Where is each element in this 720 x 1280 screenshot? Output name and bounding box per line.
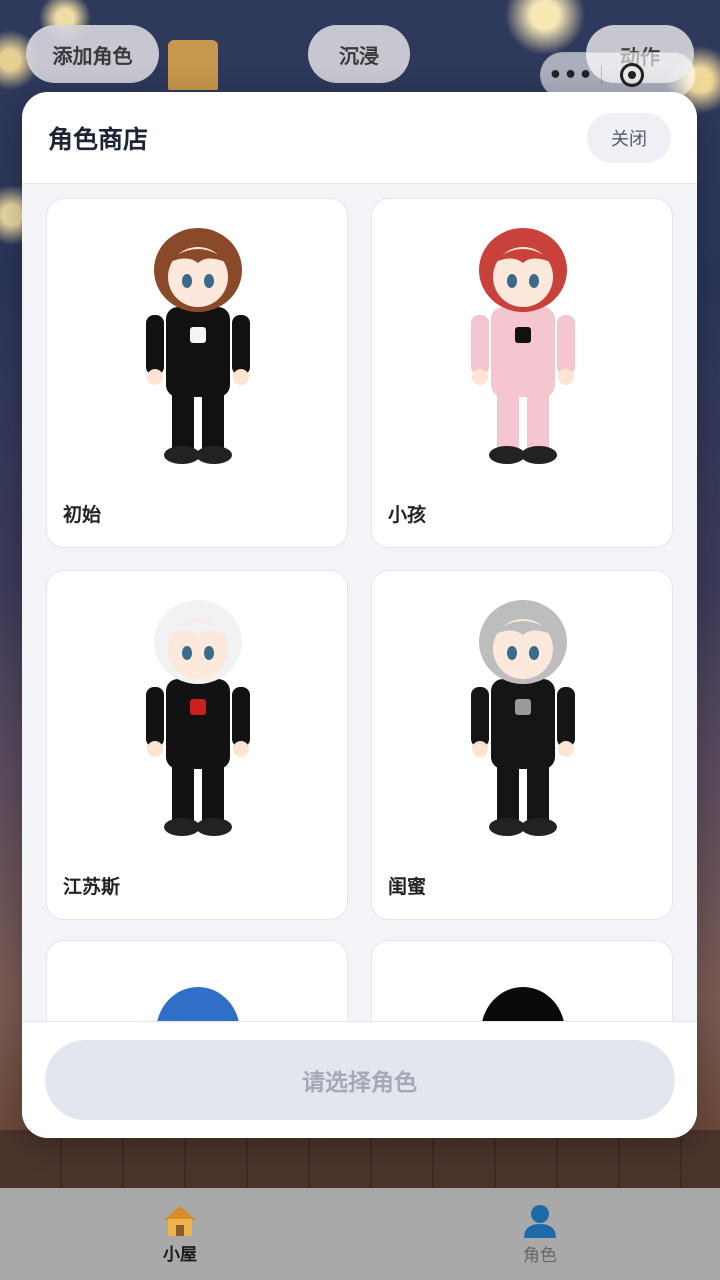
arm xyxy=(471,687,489,747)
eye xyxy=(182,274,192,288)
character-card[interactable]: 闺蜜 xyxy=(371,570,673,920)
character-portrait xyxy=(146,228,250,464)
character-card[interactable]: 小孩 xyxy=(371,198,673,548)
outfit-accent xyxy=(515,327,531,343)
hand xyxy=(147,741,163,757)
close-button[interactable]: 关闭 xyxy=(587,112,671,163)
torso xyxy=(491,679,555,769)
character-name: 初始 xyxy=(63,504,102,526)
immerse-button[interactable]: 沉浸 xyxy=(308,25,410,83)
eye xyxy=(182,646,192,660)
modal-header: 角色商店 关闭 xyxy=(22,92,697,184)
torso xyxy=(166,679,230,769)
hand xyxy=(233,369,249,385)
arm xyxy=(557,315,575,375)
modal-title: 角色商店 xyxy=(48,124,149,154)
torso xyxy=(491,307,555,397)
eye xyxy=(529,646,539,660)
shoe xyxy=(196,446,232,464)
bottom-tab-bar: 小屋 角色 xyxy=(0,1188,720,1280)
arm xyxy=(232,687,250,747)
arm xyxy=(232,315,250,375)
eye xyxy=(204,646,214,660)
lantern-decoration xyxy=(168,40,218,90)
arm xyxy=(557,687,575,747)
hand xyxy=(147,369,163,385)
character-name: 江苏斯 xyxy=(63,876,121,898)
house-icon xyxy=(164,1205,196,1236)
eye xyxy=(529,274,539,288)
torso xyxy=(166,307,230,397)
hand xyxy=(558,369,574,385)
arm xyxy=(146,315,164,375)
outfit-accent xyxy=(190,327,206,343)
tab-home[interactable]: 小屋 xyxy=(0,1188,360,1280)
character-portrait xyxy=(146,600,250,836)
eye xyxy=(204,274,214,288)
exit-miniprogram-button[interactable] xyxy=(602,63,662,87)
shoe xyxy=(196,818,232,836)
outfit-accent xyxy=(190,699,206,715)
arm xyxy=(471,315,489,375)
room-floor xyxy=(0,1130,720,1188)
hand xyxy=(233,741,249,757)
character-name: 闺蜜 xyxy=(388,876,427,898)
shoe xyxy=(521,818,557,836)
select-character-button[interactable]: 请选择角色 xyxy=(44,1040,675,1120)
hand xyxy=(472,369,488,385)
modal-footer: 请选择角色 xyxy=(22,1021,697,1138)
shoe xyxy=(489,818,525,836)
outfit-accent xyxy=(515,699,531,715)
tab-home-label: 小屋 xyxy=(163,1244,197,1265)
arm xyxy=(146,687,164,747)
tab-character-label: 角色 xyxy=(523,1245,557,1266)
character-grid: 初始 小孩 江苏斯 闺蜜 xyxy=(22,184,697,1113)
eye xyxy=(507,646,517,660)
hand xyxy=(558,741,574,757)
character-name: 小孩 xyxy=(388,504,427,526)
shoe xyxy=(489,446,525,464)
tab-character[interactable]: 角色 xyxy=(360,1188,720,1280)
hand xyxy=(472,741,488,757)
character-card[interactable]: 初始 xyxy=(46,198,348,548)
character-portrait xyxy=(471,228,575,464)
shoe xyxy=(521,446,557,464)
add-character-button[interactable]: 添加角色 xyxy=(26,25,159,83)
character-card[interactable]: 江苏斯 xyxy=(46,570,348,920)
more-menu-button[interactable]: ••• xyxy=(541,63,601,88)
character-portrait xyxy=(471,600,575,836)
character-shop-modal: 角色商店 关闭 初始 小孩 江苏斯 闺蜜 请选择角色 xyxy=(22,92,697,1138)
shoe xyxy=(164,446,200,464)
person-icon xyxy=(524,1204,556,1238)
eye xyxy=(507,274,517,288)
target-icon xyxy=(620,63,644,87)
shoe xyxy=(164,818,200,836)
